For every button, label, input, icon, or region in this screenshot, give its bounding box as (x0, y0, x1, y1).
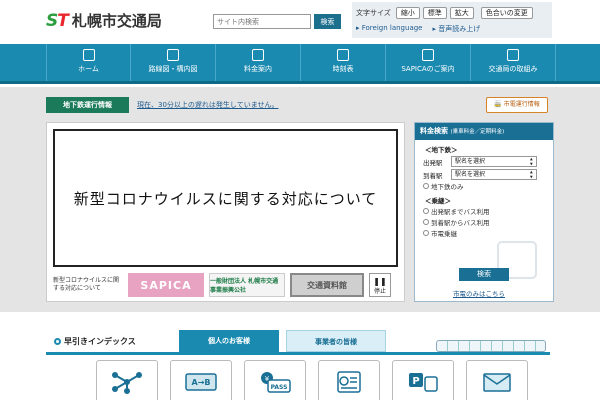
quick-index-title: 早引きインデックス (54, 336, 136, 347)
nav-label: 交通局の取組み (488, 65, 538, 73)
nav-item-home[interactable]: ホーム (46, 44, 131, 81)
foreign-language-link[interactable]: ▸ Foreign language (356, 24, 422, 34)
tab-individual[interactable]: 個人のお客様 (179, 330, 279, 352)
read-aloud-link[interactable]: ▸ 音声読み上げ (432, 24, 480, 34)
mail-tile[interactable] (466, 360, 528, 400)
nav-label: 路線図・構内図 (148, 65, 198, 73)
text-size-label: 文字サイズ (356, 9, 391, 17)
thumb-covid[interactable]: 新型コロナウイルスに関する対応について (53, 277, 123, 293)
clock-icon (337, 49, 349, 61)
ticket-icon: A→B (185, 373, 217, 391)
parking-text: P (412, 376, 419, 387)
arrival-select[interactable]: 駅名を選択 (451, 169, 537, 180)
index-divider (46, 352, 550, 355)
nav-label: 料金案内 (244, 65, 272, 73)
circle-icon (54, 338, 61, 345)
banner-slide[interactable]: 新型コロナウイルスに関する対応について (53, 129, 398, 267)
search-button[interactable]: 検索 (314, 14, 341, 29)
nav-label: 時刻表 (332, 65, 354, 73)
tab-business[interactable]: 事業者の皆様 (286, 330, 386, 352)
map-icon (167, 49, 179, 61)
subway-section-label: ＜地下鉄＞ (425, 146, 458, 154)
banner-thumbnails: 新型コロナウイルスに関する対応について SAPICA 一般財団法人 札幌市交通事… (53, 273, 391, 297)
subway-status-message[interactable]: 現在、30分以上の遅れは発生していません。 (134, 97, 484, 113)
thumb-museum[interactable]: 交通資料館 (290, 273, 364, 297)
site-search: 検索 (213, 14, 341, 29)
nav-label: SAPICAのご案内 (401, 65, 455, 73)
main-nav: ホーム 路線図・構内図 料金案内 時刻表 SAPICAのご案内 交通局の取組み (0, 44, 600, 84)
pass-tile[interactable]: ¥ PASS (244, 360, 306, 400)
header: ST 札幌市交通局 検索 文字サイズ 縮小 標準 拡大 色合いの変更 ▸ For… (0, 0, 600, 44)
subway-status-tag: 地下鉄運行情報 (46, 97, 129, 113)
nav-item-initiatives[interactable]: 交通局の取組み (471, 44, 556, 81)
index-tiles: A→B ¥ PASS P (96, 360, 528, 400)
bus-to-departure-option[interactable]: 出発駅までバス利用 (423, 206, 553, 216)
fare-search-panel: 料金検索 (乗車料金／定期料金) ＜地下鉄＞ 出発駅 駅名を選択 到着駅 駅名を… (414, 122, 554, 302)
text-size-large-button[interactable]: 拡大 (449, 7, 474, 19)
streetcar-status-button[interactable]: 🚋 市電運行情報 (486, 97, 548, 113)
streetcar-only-link[interactable]: 市電のみはこちら (453, 288, 505, 298)
text-size-small-button[interactable]: 縮小 (395, 7, 420, 19)
pause-button[interactable]: ❚❚ 停止 (369, 273, 391, 297)
main-area: 地下鉄運行情報 現在、30分以上の遅れは発生していません。 🚋 市電運行情報 新… (0, 87, 600, 312)
quick-index: 早引きインデックス 個人のお客様 事業者の皆様 A→B ¥ PASS P (46, 322, 550, 400)
radio-icon (423, 219, 429, 225)
route-map-icon (112, 372, 142, 394)
nav-item-sapica[interactable]: SAPICAのご案内 (386, 44, 471, 81)
departure-label: 出発駅 (423, 158, 443, 167)
transfer-section-label: ＜乗継＞ (425, 197, 451, 205)
ticket-tile[interactable]: A→B (170, 360, 232, 400)
pause-icon: ❚❚ (373, 277, 387, 286)
thumb-association[interactable]: 一般財団法人 札幌市交通事業振興公社 (209, 273, 285, 297)
pass-icon: ¥ PASS (261, 372, 291, 393)
home-icon (82, 49, 95, 61)
train-illustration-icon (436, 340, 546, 352)
text-size-standard-button[interactable]: 標準 (422, 7, 447, 19)
ticket-text: A→B (192, 378, 211, 387)
color-change-button[interactable]: 色合いの変更 (480, 7, 533, 19)
departure-select[interactable]: 駅名を選択 (451, 156, 537, 167)
arrival-label: 到着駅 (423, 171, 443, 180)
parking-icon: P (409, 373, 438, 392)
nav-item-fare[interactable]: 料金案内 (216, 44, 301, 81)
streetcar-transfer-option[interactable]: 市電乗継 (423, 228, 553, 238)
banner-carousel: 新型コロナウイルスに関する対応について 新型コロナウイルスに関する対応について … (46, 122, 405, 302)
logo-text: 札幌市交通局 (71, 12, 162, 30)
pass-text: PASS (271, 384, 288, 391)
fare-icon (252, 49, 264, 61)
banner-title: 新型コロナウイルスに関する対応について (73, 189, 378, 208)
timetable-tile[interactable] (318, 360, 380, 400)
radio-icon (423, 208, 429, 214)
utility-box: 文字サイズ 縮小 標準 拡大 色合いの変更 ▸ Foreign language… (352, 2, 552, 38)
mail-icon (483, 373, 511, 392)
site-logo[interactable]: ST 札幌市交通局 (46, 10, 162, 31)
nav-item-route-map[interactable]: 路線図・構内図 (131, 44, 216, 81)
nav-item-timetable[interactable]: 時刻表 (301, 44, 386, 81)
fare-search-button[interactable]: 検索 (459, 268, 509, 281)
search-input[interactable] (213, 14, 311, 29)
subway-only-option[interactable]: 地下鉄のみ (423, 181, 553, 191)
route-map-tile[interactable] (96, 360, 158, 400)
radio-icon (423, 183, 429, 189)
train-icon (507, 49, 519, 61)
timetable-icon (337, 371, 361, 393)
thumb-sapica[interactable]: SAPICA (128, 273, 204, 297)
parking-tile[interactable]: P (392, 360, 454, 400)
logo-mark: ST (46, 10, 69, 31)
nav-label: ホーム (78, 65, 99, 73)
fare-panel-header: 料金検索 (乗車料金／定期料金) (415, 123, 553, 140)
radio-icon (423, 230, 429, 236)
card-icon (422, 49, 434, 61)
bus-from-arrival-option[interactable]: 到着駅からバス利用 (423, 217, 553, 227)
